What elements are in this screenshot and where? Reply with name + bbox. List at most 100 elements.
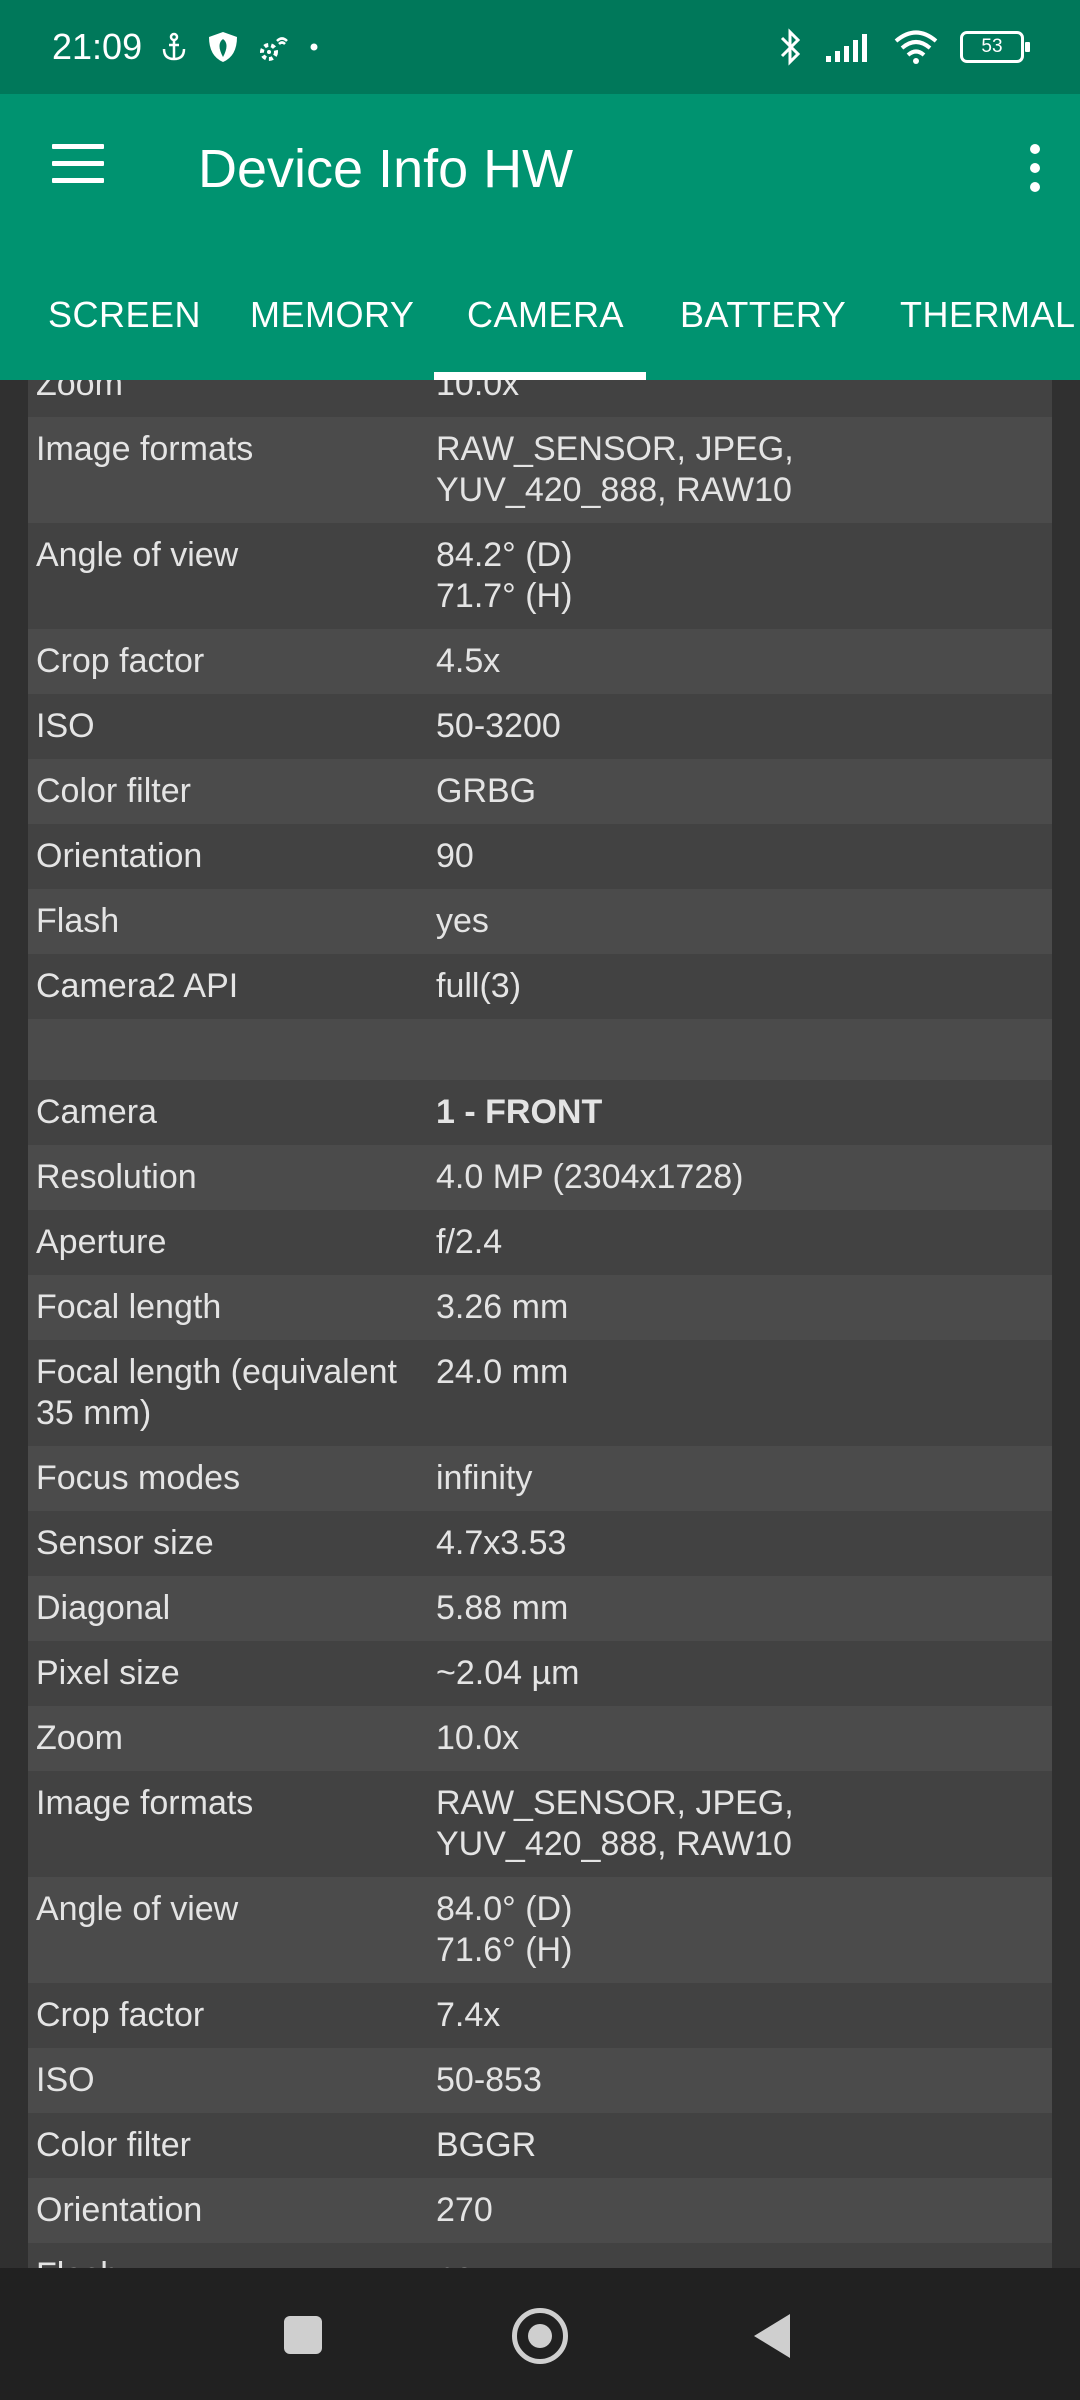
app-bar: Device Info HW [0, 94, 1080, 250]
info-label: Resolution [36, 1158, 197, 1196]
info-value: RAW_SENSOR, JPEG, YUV_420_888, RAW10 [436, 430, 794, 509]
tab-battery[interactable]: BATTERY [680, 294, 846, 336]
info-row: Orientation 270 [28, 2178, 1052, 2243]
info-label: Color filter [36, 772, 191, 810]
info-value: f/2.4 [436, 1223, 503, 1261]
info-value: yes [436, 902, 489, 940]
info-row: Color filter GRBG [28, 759, 1052, 824]
tab-thermal[interactable]: THERMAL [900, 294, 1076, 336]
info-label: Orientation [36, 837, 203, 875]
info-value: 50-3200 [436, 707, 561, 745]
info-row: Flash yes [28, 889, 1052, 954]
info-row: Image formats RAW_SENSOR, JPEG, YUV_420_8… [28, 417, 1052, 523]
info-value: 84.2° (D) 71.7° (H) [436, 536, 573, 615]
info-row: Pixel size ~2.04 µm [28, 1641, 1052, 1706]
info-label: Focus modes [36, 1459, 241, 1497]
info-value: 4.0 MP (2304x1728) [436, 1158, 744, 1196]
navigation-bar [0, 2268, 1080, 2400]
tab-bar: SCREEN MEMORY CAMERA BATTERY THERMAL [0, 250, 1080, 380]
status-left: 21:09 [0, 26, 320, 68]
recents-square-icon[interactable] [284, 2316, 322, 2354]
info-row: Aperture f/2.4 [28, 1210, 1052, 1275]
info-row: Zoom 10.0x [28, 1706, 1052, 1771]
info-row: Focus modes infinity [28, 1446, 1052, 1511]
info-row: Zoom 10.0x [28, 380, 1052, 417]
info-value: 1 - FRONT [436, 1093, 603, 1131]
info-value: RAW_SENSOR, JPEG, YUV_420_888, RAW10 [436, 1784, 794, 1863]
tab-memory[interactable]: MEMORY [250, 294, 414, 336]
info-row: Orientation 90 [28, 824, 1052, 889]
info-label: Flash [28, 2243, 436, 2268]
info-label: Camera [36, 1093, 157, 1131]
status-right: 53 [778, 0, 1030, 94]
home-circle-icon[interactable] [512, 2308, 568, 2364]
info-label: Zoom [36, 1719, 123, 1757]
info-row: ISO 50-3200 [28, 694, 1052, 759]
info-value: 3.26 mm [436, 1288, 569, 1326]
tab-indicator [434, 372, 646, 380]
info-value: 7.4x [436, 1996, 501, 2034]
info-value: 50-853 [436, 2061, 542, 2099]
info-value: 270 [436, 2191, 493, 2229]
info-row: Camera2 API full(3) [28, 954, 1052, 1019]
signal-icon [826, 34, 867, 62]
info-value: 84.0° (D) 71.6° (H) [436, 1890, 573, 1969]
info-row: Crop factor 7.4x [28, 1983, 1052, 2048]
info-row: Angle of view 84.2° (D) 71.7° (H) [28, 523, 1052, 629]
info-label: ISO [36, 2061, 95, 2099]
info-label: Focal length (equivalent 35 mm) [36, 1353, 398, 1432]
info-row: Color filter BGGR [28, 2113, 1052, 2178]
tab-camera[interactable]: CAMERA [467, 294, 624, 336]
info-label: Pixel size [36, 1654, 180, 1692]
info-value: infinity [436, 1459, 533, 1497]
info-label: Image formats [36, 430, 254, 468]
info-label: Camera2 API [36, 967, 239, 1005]
hamburger-menu-icon[interactable] [52, 144, 104, 184]
dot-icon [310, 43, 318, 51]
info-label: Orientation [36, 2191, 203, 2229]
info-value: 5.88 mm [436, 1589, 569, 1627]
more-vert-icon[interactable] [1020, 144, 1050, 196]
info-value: no [436, 2243, 1052, 2268]
battery-icon: 53 [960, 31, 1030, 63]
info-row: Angle of view 84.0° (D) 71.6° (H) [28, 1877, 1052, 1983]
info-label: Angle of view [36, 536, 239, 574]
app-title: Device Info HW [198, 139, 574, 199]
info-value: ~2.04 µm [436, 1654, 580, 1692]
info-value: 90 [436, 837, 474, 875]
info-row: Image formats RAW_SENSOR, JPEG, YUV_420_8… [28, 1771, 1052, 1877]
info-value: 10.0x [436, 1719, 520, 1757]
back-triangle-icon[interactable] [754, 2314, 790, 2358]
info-row: Focal length (equivalent 35 mm) 24.0 mm [28, 1340, 1052, 1446]
info-label: Color filter [36, 2126, 191, 2164]
info-label: Sensor size [36, 1524, 214, 1562]
info-label: Angle of view [36, 1890, 239, 1928]
battery-level: 53 [981, 36, 1003, 57]
info-label: ISO [36, 707, 95, 745]
wifi-gear-icon [260, 37, 288, 61]
info-label: Crop factor [36, 642, 205, 680]
section-spacer [28, 1019, 1052, 1080]
wifi-icon [894, 30, 938, 64]
info-label: Aperture [36, 1223, 167, 1261]
info-row: ISO 50-853 [28, 2048, 1052, 2113]
info-row: Diagonal 5.88 mm [28, 1576, 1052, 1641]
info-label: Image formats [36, 1784, 254, 1822]
tab-screen[interactable]: SCREEN [48, 294, 201, 336]
shield-leaf-icon [209, 32, 238, 62]
camera-info-list[interactable]: Zoom 10.0x Image formats RAW_SENSOR, JPEG, … [28, 380, 1052, 2268]
info-value: BGGR [436, 2126, 537, 2164]
info-row: Camera 1 - FRONT [28, 1080, 1052, 1145]
info-row: Resolution 4.0 MP (2304x1728) [28, 1145, 1052, 1210]
info-row: Crop factor 4.5x [28, 629, 1052, 694]
info-label: Zoom [36, 380, 123, 403]
anchor-icon [162, 32, 186, 61]
bluetooth-icon [780, 28, 801, 66]
info-row: Focal length 3.26 mm [28, 1275, 1052, 1340]
info-row: Sensor size 4.7x3.53 [28, 1511, 1052, 1576]
status-bar: 21:09 53 [0, 0, 1080, 94]
info-value: 4.7x3.53 [436, 1524, 567, 1562]
status-time: 21:09 [52, 26, 143, 67]
camera-info-rows: Zoom 10.0x Image formats RAW_SENSOR, JPEG, … [28, 380, 1052, 2268]
info-label: Flash [36, 902, 120, 940]
